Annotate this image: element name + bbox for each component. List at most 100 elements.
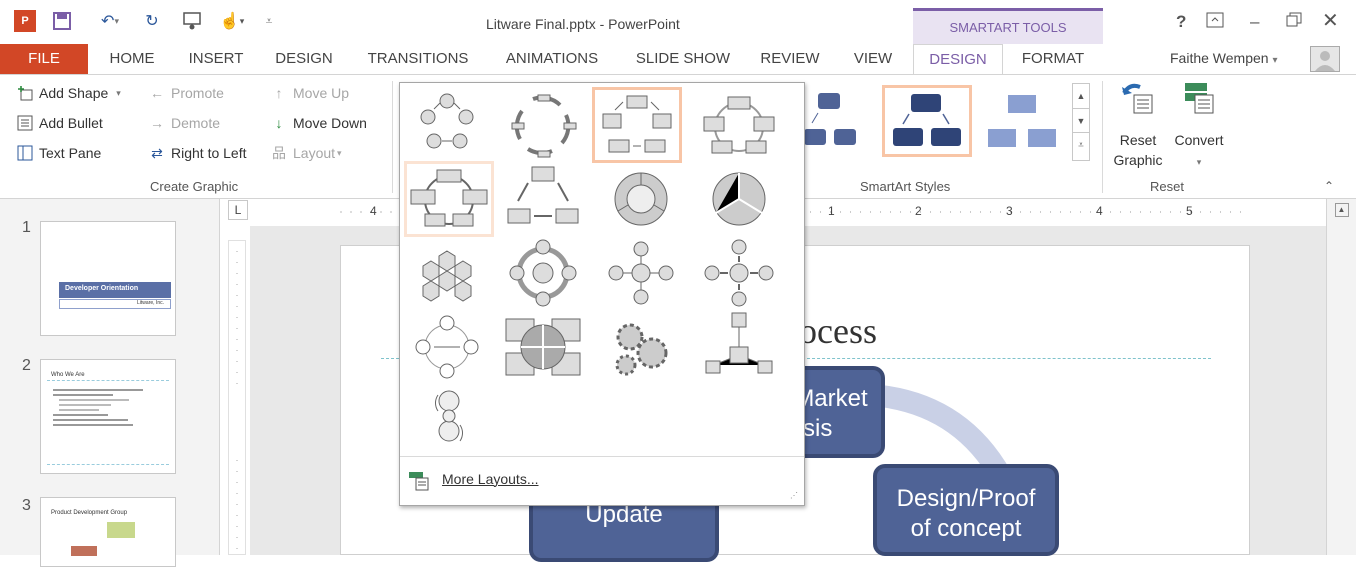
reset-graphic-label-line2: Graphic <box>1113 152 1163 168</box>
layout-cycle[interactable] <box>592 87 682 163</box>
redo-icon[interactable]: ↻ <box>140 10 164 32</box>
layout-diverging-radial[interactable] <box>694 235 784 311</box>
slide-number: 2 <box>22 357 31 374</box>
title-bar: P ↶ ▾ ↻ ☝ ▾ ⩡ Litware Final.pptx - PowerPo… <box>0 0 1356 44</box>
touch-mode-icon[interactable]: ☝ ▾ <box>214 10 250 32</box>
contextual-group-label: SMARTART TOOLS <box>913 8 1103 44</box>
move-down-button[interactable]: ↓ Move Down <box>270 115 367 131</box>
tab-format[interactable]: FORMAT <box>1008 44 1098 74</box>
layout-segmented-cycle[interactable] <box>498 161 588 237</box>
vertical-scrollbar[interactable]: ▲ <box>1326 199 1356 555</box>
undo-icon[interactable]: ↶ ▾ <box>92 10 128 32</box>
tab-insert[interactable]: INSERT <box>176 44 256 74</box>
tab-animations[interactable]: ANIMATIONS <box>492 44 612 74</box>
slide-thumbnail-3[interactable]: Product Development Group <box>40 497 176 567</box>
slide-thumbnail-2[interactable]: Who We Are <box>40 359 176 474</box>
tab-review[interactable]: REVIEW <box>752 44 828 74</box>
help-icon[interactable]: ? <box>1176 12 1186 32</box>
smartart-style-2[interactable] <box>882 85 972 157</box>
layout-basic-cycle[interactable] <box>402 89 492 165</box>
layout-continuous-cycle[interactable] <box>694 89 784 165</box>
layout-radial-list[interactable] <box>694 309 784 385</box>
slide-number: 3 <box>22 497 31 514</box>
scroll-up-icon[interactable]: ▲ <box>1073 84 1089 108</box>
promote-button[interactable]: ← Promote <box>148 85 224 101</box>
collapse-ribbon-icon[interactable]: ⌃ <box>1324 179 1334 193</box>
reset-group-label: Reset <box>1150 179 1184 194</box>
slide-thumbnail-1[interactable]: Developer Orientation Litware, Inc. <box>40 221 176 336</box>
add-bullet-button[interactable]: Add Bullet <box>16 115 103 131</box>
scroll-down-icon[interactable]: ▼ <box>1073 108 1089 132</box>
more-layouts-button[interactable]: More Layouts... ⋰ <box>400 456 804 506</box>
more-styles-icon[interactable]: ⩡ <box>1073 132 1089 160</box>
restore-icon[interactable] <box>1286 12 1302 33</box>
resize-grip-icon[interactable]: ⋰ <box>790 491 798 500</box>
layout-hexagon-radial[interactable] <box>402 381 492 457</box>
scroll-up-icon[interactable]: ▲ <box>1334 203 1349 217</box>
tab-home[interactable]: HOME <box>92 44 172 74</box>
slide-title-fragment[interactable]: ocess <box>799 310 877 352</box>
layout-button[interactable]: 品 Layout ▾ <box>270 145 342 161</box>
more-layouts-label: More Layouts... <box>442 471 539 487</box>
start-from-beginning-icon[interactable] <box>180 10 204 32</box>
convert-button[interactable]: Convert ▾ <box>1168 81 1230 173</box>
tab-slide-show[interactable]: SLIDE SHOW <box>625 44 741 74</box>
layout-text-cycle[interactable] <box>498 89 588 165</box>
smartart-shape-design-proof[interactable]: Design/Proof of concept <box>873 464 1059 556</box>
layout-block-cycle[interactable] <box>404 161 494 237</box>
customize-qat-icon[interactable]: ⩡ <box>262 10 276 32</box>
shape-text-line1: Design/Proof <box>896 485 1036 512</box>
add-bullet-icon <box>16 115 34 131</box>
add-shape-button[interactable]: Add Shape ▾ <box>16 85 121 101</box>
layout-basic-radial[interactable] <box>402 309 492 385</box>
smartart-style-1[interactable] <box>800 85 890 157</box>
tab-transitions[interactable]: TRANSITIONS <box>358 44 478 74</box>
create-graphic-group-label: Create Graphic <box>150 179 239 194</box>
tab-view[interactable]: VIEW <box>842 44 904 74</box>
avatar[interactable] <box>1310 46 1340 72</box>
thumbnail-bullets <box>53 386 149 429</box>
layout-gear[interactable] <box>596 309 686 385</box>
shape-text-line2: of concept <box>910 515 1022 542</box>
layout-multidirectional-cycle[interactable] <box>694 161 784 237</box>
layout-cycle-matrix[interactable] <box>498 309 588 385</box>
tab-design[interactable]: DESIGN <box>264 44 344 74</box>
demote-button[interactable]: → Demote <box>148 115 220 131</box>
reset-graphic-label-line1: Reset <box>1119 132 1157 148</box>
layout-radial-cycle[interactable] <box>596 235 686 311</box>
convert-icon <box>1185 83 1214 114</box>
org-chart-icon: 品 <box>272 145 286 161</box>
reset-graphic-button[interactable]: Reset Graphic <box>1110 81 1166 173</box>
tab-file[interactable]: FILE <box>0 44 88 74</box>
close-icon[interactable]: ✕ <box>1322 8 1339 33</box>
ruler-tick-label: 5 <box>1186 204 1193 218</box>
reset-graphic-icon <box>1122 83 1153 114</box>
user-name[interactable]: Faithe Wempen ▾ <box>1170 50 1278 66</box>
thumbnail-org-box <box>107 522 135 538</box>
chevron-down-icon: ▾ <box>116 87 121 98</box>
ruler-tick-label: 1 <box>828 204 835 218</box>
add-shape-icon <box>16 85 34 101</box>
layout-label: Layout <box>293 145 336 161</box>
text-pane-button[interactable]: Text Pane <box>16 145 101 161</box>
ruler-tick-label: 2 <box>915 204 922 218</box>
minimize-icon[interactable]: – <box>1250 12 1259 32</box>
convert-label: Convert <box>1174 132 1224 148</box>
arrow-left-icon: ← <box>150 85 164 101</box>
right-to-left-button[interactable]: ⇄ Right to Left <box>148 145 246 161</box>
thumbnail-title: Who We Are <box>51 372 85 378</box>
layout-honeycomb[interactable] <box>402 235 492 311</box>
layout-circle-arrow[interactable] <box>498 235 588 311</box>
add-shape-label: Add Shape <box>39 85 109 101</box>
move-up-button[interactable]: ↑ Move Up <box>270 85 350 101</box>
smartart-style-3[interactable] <box>978 85 1068 157</box>
promote-label: Promote <box>171 85 224 101</box>
save-icon[interactable] <box>50 10 74 32</box>
tab-smartart-design[interactable]: DESIGN <box>913 44 1003 74</box>
ribbon-display-options-icon[interactable] <box>1206 12 1224 33</box>
slide-number: 1 <box>22 219 31 236</box>
layout-nondirectional-cycle[interactable] <box>596 161 686 237</box>
tab-selector[interactable]: L <box>228 200 248 220</box>
vertical-ruler <box>228 240 246 555</box>
slides-panel: 1 Developer Orientation Litware, Inc. 2 … <box>0 199 220 567</box>
